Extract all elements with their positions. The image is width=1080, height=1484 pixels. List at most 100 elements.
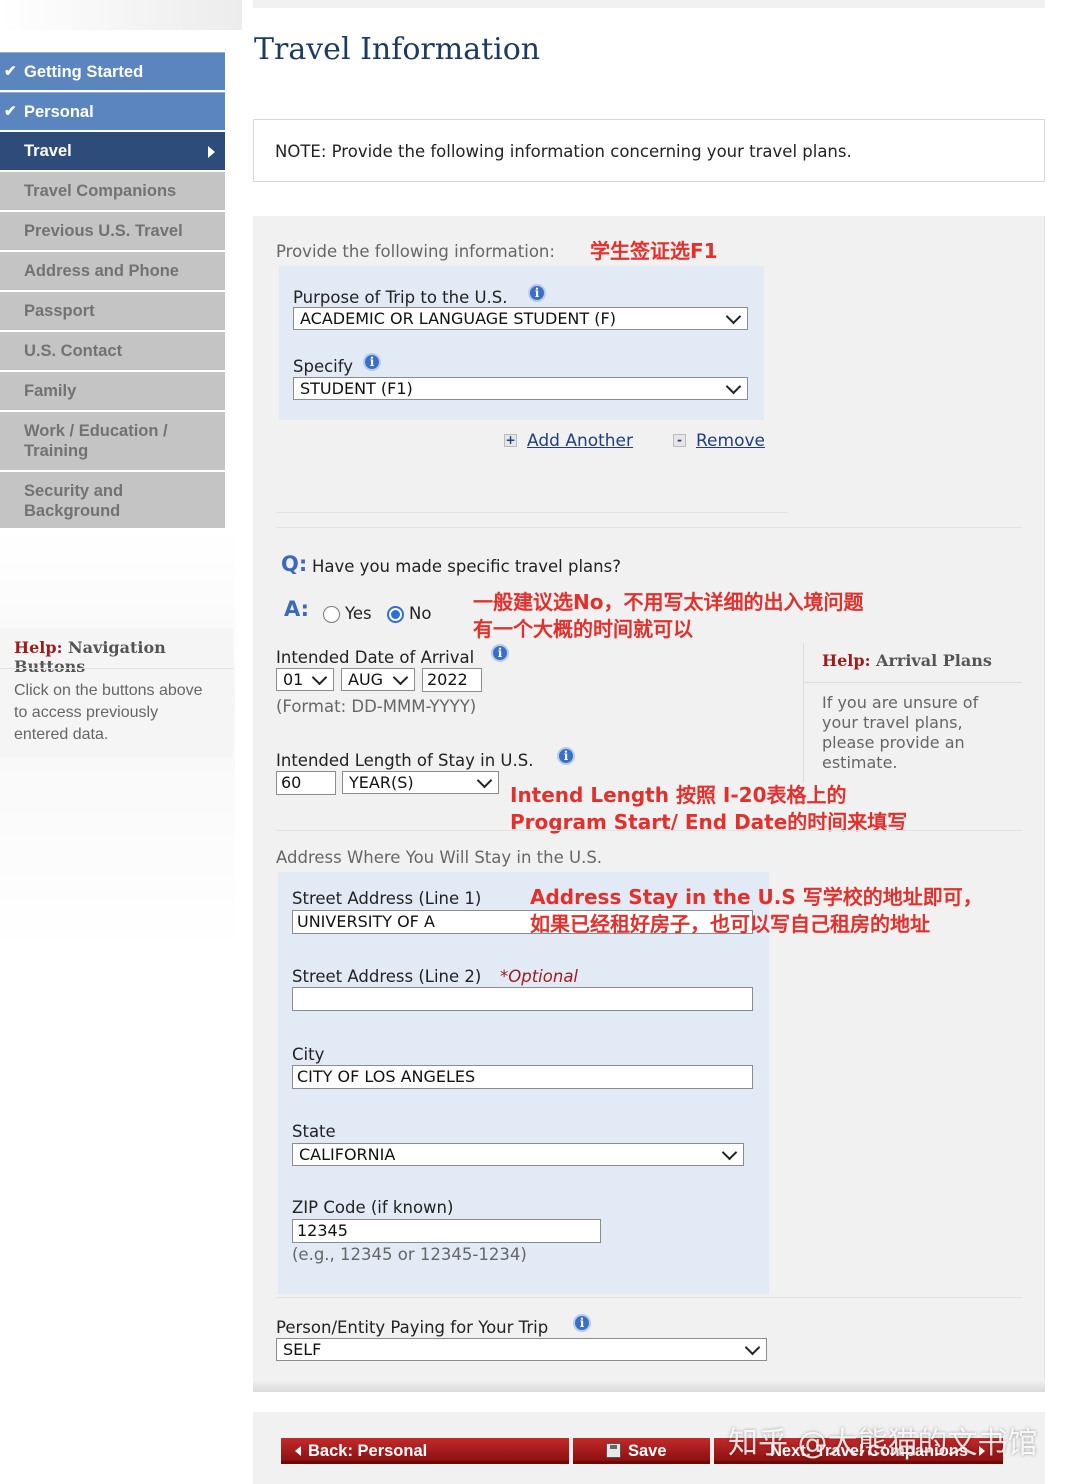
provide-info-label: Provide the following information:: [276, 242, 555, 261]
length-unit-value: YEAR(S): [349, 773, 414, 792]
annotation-f1: 学生签证选F1: [590, 239, 718, 263]
sidebar-item-us-contact[interactable]: U.S. Contact: [0, 332, 225, 372]
radio-no[interactable]: [387, 606, 404, 623]
arrival-year-input[interactable]: 2022: [422, 668, 482, 692]
annotation-travel-plans-2: 有一个大概的时间就可以: [473, 617, 693, 641]
sidebar-item-security-and-background[interactable]: Security and Background: [0, 472, 225, 530]
sidebar-item-travel[interactable]: Travel: [0, 132, 225, 172]
divider: [276, 830, 1022, 831]
panel-bottom-shadow: [253, 1380, 1045, 1392]
radio-yes-label: Yes: [345, 604, 372, 623]
help-title: Help: Arrival Plans: [822, 651, 992, 670]
annotation-address-2: 如果已经租好房子，也可以写自己租房的地址: [530, 912, 930, 936]
travel-plans-question: Have you made specific travel plans?: [312, 557, 621, 576]
arrival-day-select[interactable]: 01: [276, 668, 334, 691]
remove-icon[interactable]: -: [673, 434, 686, 447]
date-format-hint: (Format: DD-MMM-YYYY): [276, 697, 477, 716]
sidebar-item-label: Getting Started: [24, 63, 144, 81]
sidebar-item-label: Family: [24, 382, 77, 400]
chevron-down-icon: [721, 1144, 738, 1161]
arrival-date-label: Intended Date of Arrival: [276, 648, 475, 667]
help-body: Click on the buttons above to access pre…: [14, 682, 203, 743]
chevron-down-icon: [725, 308, 742, 325]
length-unit-select[interactable]: YEAR(S): [342, 771, 499, 794]
help-body: If you are unsure of your travel plans, …: [822, 693, 979, 772]
sidebar-item-getting-started[interactable]: ✔ Getting Started: [0, 52, 225, 92]
payer-select[interactable]: SELF: [276, 1338, 767, 1361]
radio-no-label: No: [409, 604, 432, 623]
help-arrival-plans: Help: Arrival Plans If you are unsure of…: [803, 643, 1023, 783]
purpose-select-value: ACADEMIC OR LANGUAGE STUDENT (F): [300, 309, 616, 328]
help-title-text: Arrival Plans: [876, 651, 992, 670]
help-title: Help: Navigation Buttons: [14, 638, 233, 676]
add-icon[interactable]: +: [504, 434, 517, 447]
floppy-disk-icon: [606, 1443, 621, 1458]
sidebar-item-personal[interactable]: ✔ Personal: [0, 92, 225, 132]
annotation-travel-plans-1: 一般建议选No，不用写太详细的出入境问题: [473, 590, 864, 614]
sidebar-item-family[interactable]: Family: [0, 372, 225, 412]
city-input[interactable]: CITY OF LOS ANGELES: [292, 1065, 753, 1089]
sidebar-item-label: Address and Phone: [24, 262, 179, 280]
sidebar-item-passport[interactable]: Passport: [0, 292, 225, 332]
back-button[interactable]: Back: Personal: [281, 1438, 569, 1464]
divider: [804, 682, 1022, 683]
radio-yes[interactable]: [323, 606, 340, 623]
annotation-length-2: Program Start/ End Date的时间来填写: [510, 810, 908, 834]
add-another-link[interactable]: Add Another: [527, 431, 633, 451]
sidebar-item-label: Personal: [24, 103, 94, 121]
checkmark-icon: ✔: [4, 63, 17, 80]
note-text: NOTE: Provide the following information …: [275, 142, 852, 161]
address-section-label: Address Where You Will Stay in the U.S.: [276, 848, 603, 867]
zip-input[interactable]: 12345: [292, 1219, 601, 1243]
specify-select[interactable]: STUDENT (F1): [293, 377, 748, 400]
street-line1-label: Street Address (Line 1): [292, 889, 482, 908]
caret-right-icon: [208, 146, 215, 158]
divider: [276, 1297, 1022, 1298]
payer-label: Person/Entity Paying for Your Trip: [276, 1318, 549, 1337]
remove-link[interactable]: Remove: [696, 431, 765, 451]
zip-hint: (e.g., 12345 or 12345-1234): [292, 1245, 527, 1264]
length-of-stay-input[interactable]: 60: [276, 771, 336, 795]
payer-select-value: SELF: [283, 1340, 322, 1359]
divider: [0, 668, 233, 669]
save-button[interactable]: Save: [573, 1438, 710, 1464]
sidebar-item-travel-companions[interactable]: Travel Companions: [0, 172, 225, 212]
sidebar-item-label: Work / Education / Training: [24, 422, 168, 460]
specify-select-value: STUDENT (F1): [300, 379, 413, 398]
sidebar-item-previous-us-travel[interactable]: Previous U.S. Travel: [0, 212, 225, 252]
top-bar: [253, 0, 1045, 8]
divider: [276, 512, 788, 513]
info-icon[interactable]: i: [363, 353, 381, 371]
sidebar-item-label: U.S. Contact: [24, 342, 123, 360]
divider: [276, 527, 1022, 528]
chevron-down-icon: [476, 772, 493, 789]
purpose-label: Purpose of Trip to the U.S.: [293, 288, 508, 307]
answer-prefix: A:: [284, 597, 310, 621]
street-line2-input[interactable]: [292, 987, 753, 1011]
chevron-down-icon: [392, 669, 409, 686]
sidebar-item-work-education-training[interactable]: Work / Education / Training: [0, 412, 225, 472]
state-select[interactable]: CALIFORNIA: [292, 1143, 744, 1166]
arrival-day-value: 01: [283, 670, 304, 689]
arrival-month-select[interactable]: AUG: [341, 668, 415, 691]
annotation-length-1: Intend Length 按照 I-20表格上的: [510, 783, 847, 807]
purpose-select[interactable]: ACADEMIC OR LANGUAGE STUDENT (F): [293, 307, 748, 330]
save-button-label: Save: [628, 1442, 667, 1460]
info-icon[interactable]: i: [573, 1314, 591, 1332]
help-prefix: Help:: [822, 651, 871, 670]
sidebar-item-label: Previous U.S. Travel: [24, 222, 183, 240]
optional-label: *Optional: [500, 967, 579, 986]
chevron-down-icon: [311, 669, 328, 686]
info-icon[interactable]: i: [557, 747, 575, 765]
sidebar-item-address-and-phone[interactable]: Address and Phone: [0, 252, 225, 292]
sidebar-item-label: Passport: [24, 302, 95, 320]
back-button-label: Back: Personal: [308, 1442, 428, 1460]
info-icon[interactable]: i: [491, 644, 509, 662]
caret-left-icon: [295, 1446, 301, 1456]
info-icon[interactable]: i: [528, 284, 546, 302]
sidebar-item-label: Travel Companions: [24, 182, 177, 200]
zip-label: ZIP Code (if known): [292, 1198, 454, 1217]
specify-label: Specify: [293, 357, 354, 376]
street-line2-label: Street Address (Line 2): [292, 967, 482, 986]
page-title: Travel Information: [254, 32, 541, 67]
